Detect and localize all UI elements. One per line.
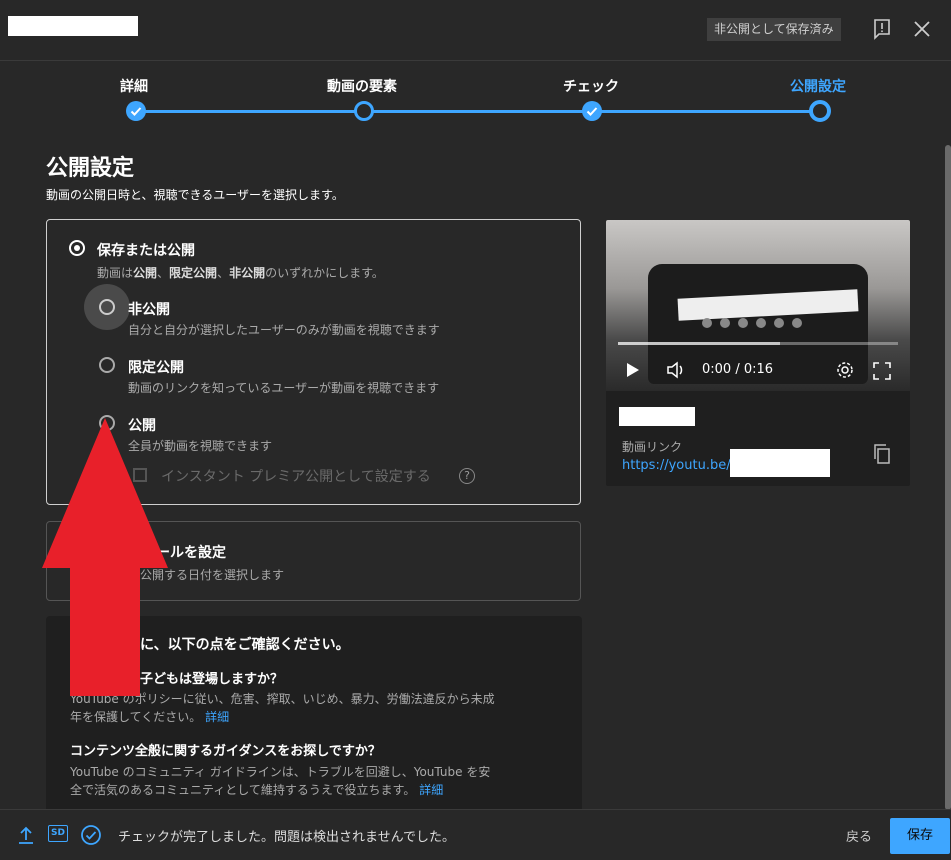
private-radio[interactable] [99,299,115,315]
unlisted-radio[interactable] [99,357,115,373]
checks-complete-icon[interactable] [80,824,102,850]
sd-quality-icon[interactable]: SD [48,825,68,842]
info-children-link[interactable]: 詳細 [205,710,229,724]
step-visibility-dot[interactable] [809,100,831,122]
unlisted-desc: 動画のリンクを知っているユーザーが動画を視聴できます [128,381,440,395]
step-label-checks[interactable]: チェック [563,76,619,96]
close-icon[interactable] [910,17,934,41]
copy-icon[interactable] [872,443,892,469]
save-or-publish-desc: 動画は公開、限定公開、非公開のいずれかにします。 [97,266,384,280]
red-arrow-annotation [42,418,168,696]
fullscreen-icon[interactable] [873,362,891,384]
info-text-guidance: YouTube のコミュニティ ガイドラインは、トラブルを回避し、YouTube… [70,765,491,797]
page-title: 公開設定 [46,156,135,181]
video-link-url[interactable]: https://youtu.be/ [622,458,731,473]
private-desc: 自分と自分が選択したユーザーのみが動画を視聴できます [128,323,440,337]
private-title: 非公開 [128,302,170,318]
video-time: 0:00 / 0:16 [702,362,774,377]
video-preview-card: 0:00 / 0:16 動画リンク https://youtu.be/ [606,220,910,486]
redacted-preview-title [619,407,695,426]
step-label-details[interactable]: 詳細 [120,76,148,96]
feedback-icon[interactable] [870,17,894,41]
save-button[interactable]: 保存 [890,818,950,854]
settings-gear-icon[interactable] [836,361,854,383]
unlisted-title: 限定公開 [128,360,184,376]
save-or-publish-title: 保存または公開 [97,243,195,259]
premiere-label: インスタント プレミア公開として設定する [161,469,431,485]
play-icon[interactable] [626,362,640,382]
video-buffer-bar [618,342,780,345]
stepper-line [136,110,820,113]
upload-icon[interactable] [18,826,34,848]
info-guidance-link[interactable]: 詳細 [419,783,443,797]
video-link-label: 動画リンク [622,440,683,454]
back-button[interactable]: 戻る [846,826,872,845]
page-subtitle: 動画の公開日時と、視聴できるユーザーを選択します。 [46,188,344,202]
redacted-video-title [8,16,138,36]
volume-icon[interactable] [666,361,686,383]
scrollbar-thumb[interactable] [945,145,951,810]
help-icon[interactable]: ? [459,468,475,484]
step-label-elements[interactable]: 動画の要素 [327,76,397,96]
step-details-check-icon[interactable] [126,101,146,121]
video-player[interactable]: 0:00 / 0:16 [606,220,910,391]
save-or-publish-radio[interactable] [69,240,85,256]
footer-status: チェックが完了しました。問題は検出されませんでした。 [118,830,455,845]
info-question-guidance: コンテンツ全般に関するガイダンスをお探しですか？ [70,744,381,759]
saved-status-badge: 非公開として保存済み [707,18,841,41]
redacted-video-link [730,449,830,477]
step-label-visibility[interactable]: 公開設定 [790,76,846,96]
step-checks-check-icon[interactable] [582,101,602,121]
step-elements-dot[interactable] [354,101,374,121]
